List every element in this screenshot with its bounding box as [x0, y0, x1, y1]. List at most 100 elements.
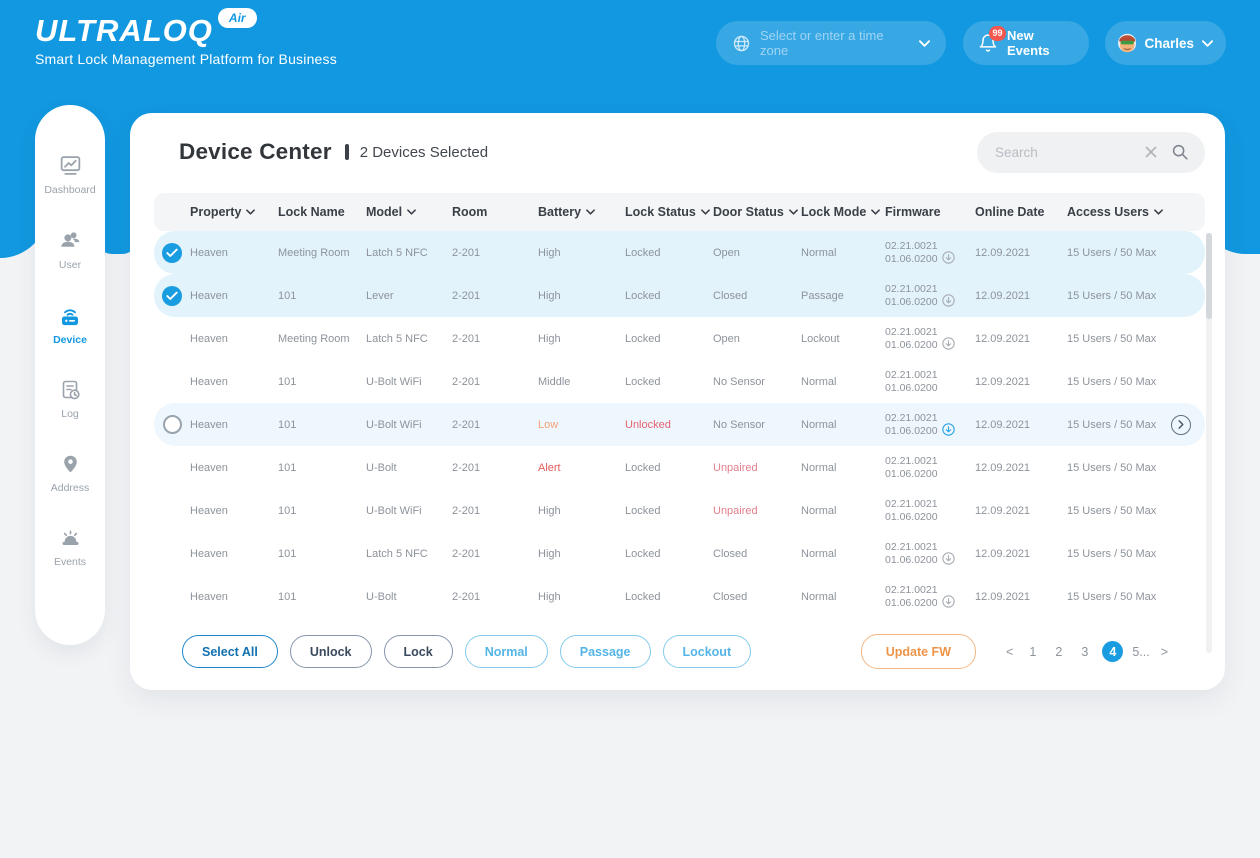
cell-online-date: 12.09.2021: [975, 547, 1031, 560]
page-3[interactable]: 3: [1076, 641, 1093, 662]
user-menu[interactable]: Charles: [1105, 21, 1226, 65]
search-icon[interactable]: [1171, 143, 1189, 161]
column-header-door-status[interactable]: Door Status: [713, 205, 801, 219]
column-label: Firmware: [885, 205, 941, 219]
sidebar-item-log[interactable]: Log: [35, 378, 105, 420]
table-row[interactable]: Heaven 101 U-Bolt WiFi 2-201 High Locked Unpai…: [154, 489, 1205, 532]
cell-model: Latch 5 NFC: [366, 547, 428, 560]
table-row[interactable]: Heaven Meeting Room Latch 5 NFC 2-201 High Lo…: [154, 317, 1205, 360]
firmware-update-icon[interactable]: [941, 251, 955, 264]
lockout-button[interactable]: Lockout: [662, 635, 752, 668]
cell-door-status: Open: [713, 246, 740, 259]
sort-chevron-icon: [586, 209, 595, 215]
page-5[interactable]: 5...: [1132, 641, 1149, 662]
column-header-lock-status[interactable]: Lock Status: [625, 205, 713, 219]
sidebar-item-label: User: [58, 259, 82, 271]
column-header-battery[interactable]: Battery: [538, 205, 625, 219]
cell-model: U-Bolt: [366, 590, 397, 603]
cell-lock-name: 101: [278, 461, 297, 474]
title-separator: [344, 144, 349, 160]
select-all-button[interactable]: Select All: [182, 635, 278, 668]
firmware-update-icon[interactable]: [941, 595, 955, 608]
cell-room: 2-201: [452, 289, 481, 302]
update-fw-button[interactable]: Update FW: [860, 634, 976, 669]
passage-button[interactable]: Passage: [559, 635, 651, 668]
normal-button[interactable]: Normal: [464, 635, 548, 668]
search-input[interactable]: [993, 143, 1131, 161]
cell-online-date: 12.09.2021: [975, 332, 1031, 345]
page-1[interactable]: 1: [1024, 641, 1041, 662]
notification-badge: 99: [989, 25, 1006, 41]
sidebar-item-label: Log: [61, 408, 79, 420]
firmware-version: 02.21.0021 01.06.0200: [885, 412, 938, 437]
table-row[interactable]: Heaven 101 Lever 2-201 High Locked Closed Passa…: [154, 274, 1205, 317]
sidebar-item-user[interactable]: User: [35, 228, 105, 271]
logo-air-badge: Air: [217, 8, 257, 28]
column-label: Lock Status: [625, 205, 696, 219]
cell-lock-status: Locked: [625, 504, 661, 517]
row-checkbox-unchecked[interactable]: [162, 415, 182, 434]
cell-online-date: 12.09.2021: [975, 246, 1031, 259]
page-2[interactable]: 2: [1050, 641, 1067, 662]
column-header-access-users[interactable]: Access Users: [1067, 205, 1171, 219]
cell-battery: Low: [538, 418, 559, 431]
sidebar-item-label: Device: [53, 334, 87, 346]
page-4[interactable]: 4: [1102, 641, 1124, 662]
sidebar-item-dashboard[interactable]: Dashboard: [35, 153, 105, 196]
cell-lock-mode: Normal: [801, 504, 837, 517]
cell-access-users: 15 Users / 50 Max: [1067, 289, 1157, 302]
cell-room: 2-201: [452, 504, 481, 517]
cell-lock-mode: Passage: [801, 289, 844, 302]
cell-online-date: 12.09.2021: [975, 590, 1031, 603]
cell-lock-mode: Normal: [801, 246, 837, 259]
firmware-version: 02.21.0021 01.06.0200: [885, 326, 938, 351]
unlock-button[interactable]: Unlock: [289, 635, 372, 668]
table-row[interactable]: Heaven 101 Latch 5 NFC 2-201 High Locked Close…: [154, 532, 1205, 575]
clear-search-icon[interactable]: [1145, 146, 1157, 158]
cell-door-status: Closed: [713, 289, 748, 302]
firmware-update-icon[interactable]: [941, 552, 955, 565]
row-checkbox-checked[interactable]: [162, 285, 182, 306]
table-row[interactable]: Heaven 101 U-Bolt 2-201 High Locked Closed Norm…: [154, 575, 1205, 618]
cell-access-users: 15 Users / 50 Max: [1067, 504, 1157, 517]
cell-model: U-Bolt WiFi: [366, 504, 422, 517]
cell-lock-name: Meeting Room: [278, 246, 350, 259]
firmware-update-icon[interactable]: [941, 294, 955, 307]
timezone-select[interactable]: Select or enter a time zone: [716, 21, 946, 65]
cell-lock-status: Locked: [625, 289, 661, 302]
table-row[interactable]: Heaven Meeting Room Latch 5 NFC 2-201 High Lo…: [154, 231, 1205, 274]
cell-property: Heaven: [190, 332, 228, 345]
cell-battery: High: [538, 246, 561, 259]
column-header-lock-mode[interactable]: Lock Mode: [801, 205, 885, 219]
prev-page-button[interactable]: <: [1004, 645, 1015, 659]
cell-battery: Alert: [538, 461, 561, 474]
cell-door-status: Closed: [713, 547, 748, 560]
row-detail-chevron[interactable]: [1171, 414, 1191, 435]
cell-property: Heaven: [190, 590, 228, 603]
column-header-model[interactable]: Model: [366, 205, 452, 219]
table-row[interactable]: Heaven 101 U-Bolt WiFi 2-201 Middle Locked No …: [154, 360, 1205, 403]
sidebar-item-events[interactable]: Events: [35, 526, 105, 568]
lock-button[interactable]: Lock: [383, 635, 453, 668]
row-checkbox-checked[interactable]: [162, 242, 182, 263]
sort-chevron-icon: [871, 209, 881, 215]
card-header: Device Center 2 Devices Selected: [130, 113, 1225, 173]
firmware-update-icon[interactable]: [941, 337, 955, 350]
sidebar-item-device[interactable]: Device: [35, 303, 105, 346]
avatar: [1118, 29, 1137, 57]
next-page-button[interactable]: >: [1159, 645, 1170, 659]
cell-lock-name: Meeting Room: [278, 332, 350, 345]
firmware-update-icon[interactable]: [941, 423, 955, 436]
scrollbar-thumb[interactable]: [1206, 233, 1212, 319]
table-row[interactable]: Heaven 101 U-Bolt 2-201 Alert Locked Unpaired N…: [154, 446, 1205, 489]
new-events-button[interactable]: 99 New Events: [963, 21, 1089, 65]
column-label: Property: [190, 205, 242, 219]
search-box[interactable]: [977, 131, 1205, 173]
sort-chevron-icon: [407, 209, 416, 215]
scrollbar-track[interactable]: [1206, 233, 1212, 653]
table-row[interactable]: Heaven 101 U-Bolt WiFi 2-201 Low Unlocked No S…: [154, 403, 1205, 446]
cell-door-status: No Sensor: [713, 418, 765, 431]
sidebar-item-address[interactable]: Address: [35, 452, 105, 494]
table-footer: Select All Unlock Lock Normal Passage Lockout…: [182, 634, 1170, 669]
column-header-property[interactable]: Property: [190, 205, 278, 219]
